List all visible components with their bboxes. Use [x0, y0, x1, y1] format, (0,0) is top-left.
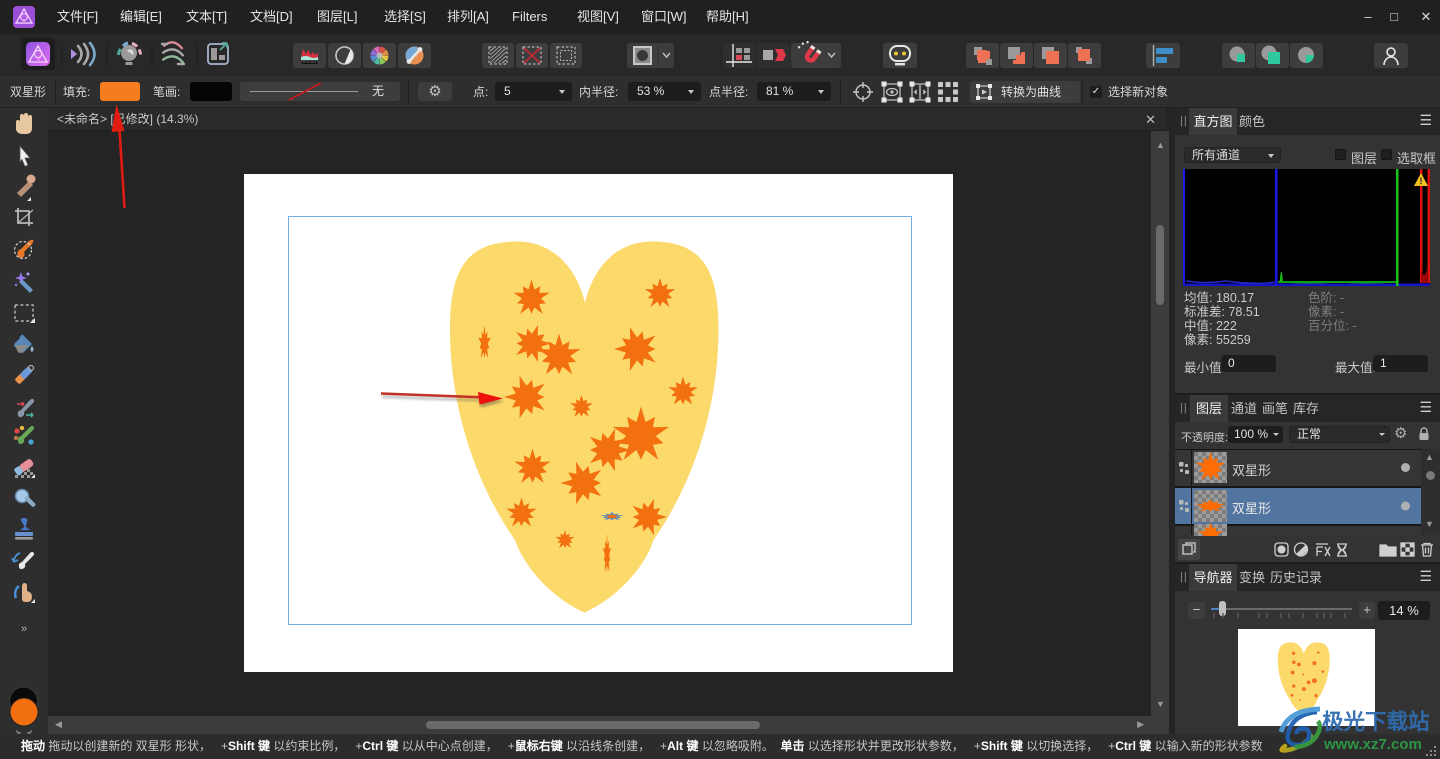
svg-text:www.xz7.com: www.xz7.com [1323, 736, 1422, 753]
svg-text:!: ! [1420, 176, 1423, 186]
svg-text:»: » [21, 623, 27, 635]
svg-text:极光下载站: 极光下载站 [1322, 709, 1430, 734]
